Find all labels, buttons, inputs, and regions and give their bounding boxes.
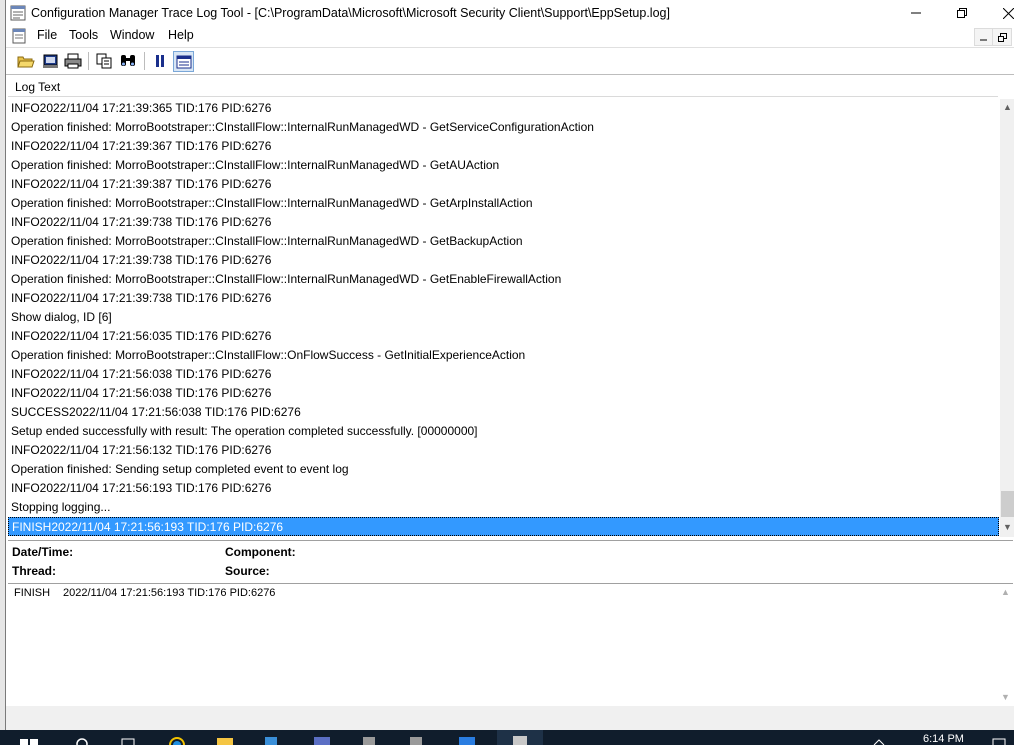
log-row[interactable]: INFO2022/11/04 17:21:56:038 TID:176 PID:… bbox=[8, 384, 999, 403]
close-button[interactable] bbox=[985, 0, 1014, 26]
mdi-restore-button[interactable] bbox=[992, 28, 1012, 46]
thread-label: Thread: bbox=[12, 564, 57, 578]
menu-help[interactable]: Help bbox=[168, 28, 194, 42]
find-icon bbox=[121, 55, 135, 66]
log-row[interactable]: Operation finished: MorroBootstraper::CI… bbox=[8, 156, 999, 175]
log-row[interactable]: Operation finished: MorroBootstraper::CI… bbox=[8, 346, 999, 365]
restore-icon bbox=[997, 32, 1007, 42]
internet-explorer-icon[interactable] bbox=[168, 736, 186, 745]
log-row[interactable]: Operation finished: MorroBootstraper::CI… bbox=[8, 194, 999, 213]
toolbar-separator bbox=[88, 52, 89, 70]
menu-window[interactable]: Window bbox=[110, 28, 154, 42]
open-icon bbox=[17, 56, 35, 68]
scroll-thumb[interactable] bbox=[1001, 491, 1014, 517]
scroll-up-icon[interactable]: ▲ bbox=[1000, 99, 1014, 115]
log-row[interactable]: Setup ended successfully with result: Th… bbox=[8, 422, 999, 441]
mdi-minimize-button[interactable] bbox=[974, 28, 994, 46]
close-icon bbox=[1002, 7, 1014, 19]
taskbar-clock[interactable]: 6:14 PM bbox=[923, 733, 964, 745]
system-tray-icon[interactable] bbox=[870, 738, 888, 747]
log-row[interactable]: Operation finished: MorroBootstraper::CI… bbox=[8, 270, 999, 289]
print-icon bbox=[64, 53, 82, 69]
task-view-icon[interactable] bbox=[120, 736, 138, 745]
toolbar-separator bbox=[144, 52, 145, 70]
menu-bar: File Tools Window Help bbox=[6, 26, 1014, 46]
log-row[interactable]: INFO2022/11/04 17:21:56:035 TID:176 PID:… bbox=[8, 327, 999, 346]
scroll-up-icon[interactable]: ▲ bbox=[998, 584, 1013, 600]
log-row[interactable]: INFO2022/11/04 17:21:56:132 TID:176 PID:… bbox=[8, 441, 999, 460]
powershell-icon[interactable] bbox=[313, 736, 331, 745]
log-row[interactable]: INFO2022/11/04 17:21:39:367 TID:176 PID:… bbox=[8, 137, 999, 156]
minimize-button[interactable] bbox=[893, 0, 939, 26]
cmtrace-icon bbox=[513, 736, 527, 745]
search-icon[interactable] bbox=[74, 736, 92, 745]
column-header-label: Log Text bbox=[15, 80, 61, 94]
source-label: Source: bbox=[225, 564, 270, 578]
file-explorer-icon[interactable] bbox=[216, 736, 234, 745]
pause-button[interactable] bbox=[150, 51, 170, 71]
log-list[interactable]: INFO2022/11/04 17:21:39:365 TID:176 PID:… bbox=[8, 99, 1001, 537]
log-row[interactable]: Operation finished: MorroBootstraper::CI… bbox=[8, 118, 999, 137]
show-details-button[interactable] bbox=[173, 51, 194, 72]
log-row[interactable]: FINISH2022/11/04 17:21:56:193 TID:176 PI… bbox=[8, 517, 999, 536]
configmgr-icon[interactable] bbox=[407, 736, 425, 745]
server-manager-icon[interactable] bbox=[262, 736, 280, 745]
log-row[interactable]: INFO2022/11/04 17:21:39:738 TID:176 PID:… bbox=[8, 251, 999, 270]
copy-button[interactable] bbox=[95, 51, 115, 71]
detail-text-area[interactable]: FINISH 2022/11/04 17:21:56:193 TID:176 P… bbox=[8, 583, 1013, 707]
log-row[interactable]: INFO2022/11/04 17:21:39:387 TID:176 PID:… bbox=[8, 175, 999, 194]
detail-value: 2022/11/04 17:21:56:193 TID:176 PID:6276 bbox=[63, 587, 276, 599]
log-row[interactable]: SUCCESS2022/11/04 17:21:56:038 TID:176 P… bbox=[8, 403, 999, 422]
column-header-log-text[interactable]: Log Text bbox=[8, 76, 998, 97]
log-row[interactable]: Show dialog, ID [6] bbox=[8, 308, 999, 327]
print-preview-icon bbox=[43, 54, 58, 68]
log-row[interactable]: INFO2022/11/04 17:21:39:738 TID:176 PID:… bbox=[8, 289, 999, 308]
configmgr-icon[interactable] bbox=[360, 736, 378, 745]
find-button[interactable] bbox=[118, 51, 138, 71]
taskbar: 6:14 PM bbox=[0, 730, 1014, 747]
log-row[interactable]: INFO2022/11/04 17:21:56:038 TID:176 PID:… bbox=[8, 365, 999, 384]
log-row[interactable]: Stopping logging... bbox=[8, 498, 999, 517]
restore-button[interactable] bbox=[939, 0, 985, 26]
print-button[interactable] bbox=[63, 51, 83, 71]
detail-scrollbar[interactable]: ▲ ▼ bbox=[998, 584, 1013, 706]
copy-icon bbox=[96, 53, 112, 69]
log-row[interactable]: INFO2022/11/04 17:21:39:365 TID:176 PID:… bbox=[8, 99, 999, 118]
pause-icon bbox=[156, 55, 164, 67]
mail-icon[interactable] bbox=[458, 736, 476, 745]
log-row[interactable]: INFO2022/11/04 17:21:56:193 TID:176 PID:… bbox=[8, 479, 999, 498]
window-title: Configuration Manager Trace Log Tool - [… bbox=[31, 6, 670, 20]
trace-log-window: Configuration Manager Trace Log Tool - [… bbox=[5, 0, 1014, 730]
component-label: Component: bbox=[225, 545, 296, 559]
details-panel: Date/Time: Component: Thread: Source: bbox=[8, 540, 1013, 583]
status-bar bbox=[6, 706, 1014, 730]
menu-file[interactable]: File bbox=[37, 28, 57, 42]
show-details-icon bbox=[176, 55, 191, 68]
active-task-cmtrace[interactable] bbox=[497, 730, 543, 745]
toolbar bbox=[6, 47, 1014, 75]
print-preview-button[interactable] bbox=[41, 51, 61, 71]
scroll-down-icon[interactable]: ▼ bbox=[1000, 519, 1014, 535]
log-row[interactable]: INFO2022/11/04 17:21:39:738 TID:176 PID:… bbox=[8, 213, 999, 232]
log-row[interactable]: Operation finished: Sending setup comple… bbox=[8, 460, 999, 479]
document-icon[interactable] bbox=[11, 28, 27, 44]
app-icon bbox=[10, 5, 26, 21]
title-bar[interactable]: Configuration Manager Trace Log Tool - [… bbox=[6, 0, 1014, 26]
log-row[interactable]: Operation finished: MorroBootstraper::CI… bbox=[8, 232, 999, 251]
restore-icon bbox=[957, 8, 967, 18]
datetime-label: Date/Time: bbox=[12, 545, 74, 559]
scroll-down-icon[interactable]: ▼ bbox=[998, 689, 1013, 705]
minimize-icon bbox=[980, 39, 987, 41]
log-scrollbar[interactable]: ▲ ▼ bbox=[1000, 99, 1014, 537]
menu-tools[interactable]: Tools bbox=[69, 28, 98, 42]
open-button[interactable] bbox=[16, 51, 36, 71]
start-icon[interactable] bbox=[20, 739, 38, 745]
minimize-icon bbox=[911, 12, 921, 14]
detail-type: FINISH bbox=[14, 587, 51, 599]
notification-icon[interactable] bbox=[990, 738, 1008, 747]
